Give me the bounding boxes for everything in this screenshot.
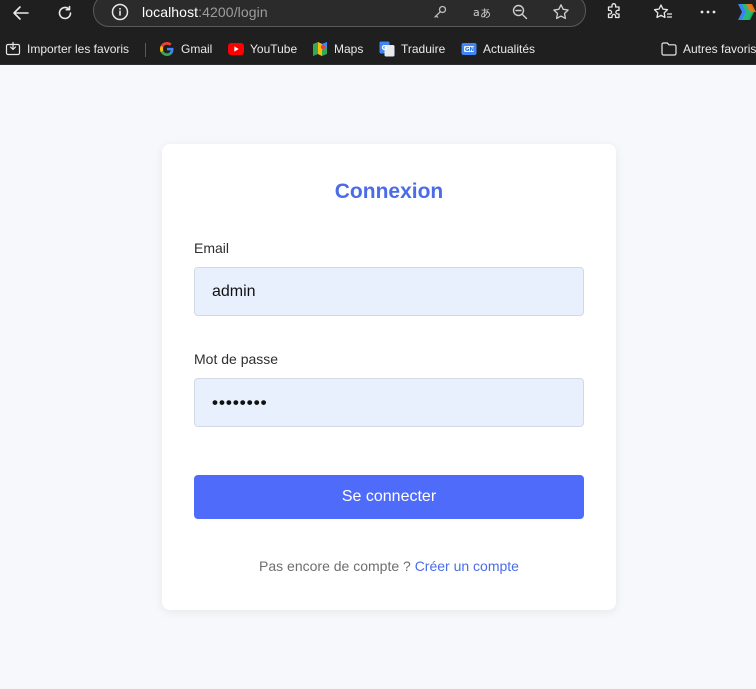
favorite-star-icon[interactable] (551, 3, 571, 21)
create-account-link[interactable]: Créer un compte (415, 558, 519, 574)
copilot-icon[interactable] (734, 0, 756, 24)
maps-icon (312, 41, 328, 57)
more-options-icon[interactable] (694, 0, 722, 24)
reload-button[interactable] (49, 0, 81, 26)
site-info-icon[interactable] (111, 3, 129, 21)
password-label: Mot de passe (194, 351, 279, 367)
page-content: Connexion Email admin Mot de passe •••••… (0, 66, 756, 689)
news-icon: GN (461, 41, 477, 57)
bookmark-news[interactable]: GN Actualités (461, 38, 535, 60)
google-icon (159, 41, 175, 57)
bookmark-import-favorites[interactable]: Importer les favoris (5, 38, 129, 60)
email-field[interactable]: admin (194, 267, 584, 316)
key-icon[interactable] (430, 3, 450, 21)
translate-page-icon[interactable]: aあ (472, 3, 492, 21)
favorites-icon[interactable] (649, 0, 677, 24)
import-icon (5, 41, 21, 57)
address-bar[interactable]: localhost:4200/login aあ (93, 0, 586, 27)
svg-text:あ: あ (480, 7, 491, 19)
bookmark-label: Actualités (483, 42, 536, 56)
login-button[interactable]: Se connecter (194, 475, 584, 519)
bookmark-other-favorites[interactable]: Autres favoris (661, 38, 756, 60)
page-title: Connexion (334, 180, 444, 203)
back-arrow-icon (13, 6, 29, 20)
youtube-icon (228, 41, 244, 57)
bookmark-label: Maps (334, 42, 364, 56)
bookmark-translate[interactable]: G Traduire (379, 38, 445, 60)
extensions-icon[interactable] (600, 0, 628, 24)
bookmarks-bar: Importer les favoris Gmail YouTube Maps … (0, 33, 756, 65)
zoom-icon[interactable] (510, 3, 530, 21)
url-text[interactable]: localhost:4200/login (142, 4, 268, 20)
bookmark-label: YouTube (250, 42, 298, 56)
url-host: localhost (142, 4, 199, 20)
svg-text:G: G (382, 44, 388, 52)
back-button[interactable] (5, 0, 37, 26)
bookmark-maps[interactable]: Maps (312, 38, 363, 60)
reload-icon (58, 5, 72, 20)
bookmark-youtube[interactable]: YouTube (228, 38, 297, 60)
password-field[interactable]: •••••••• (194, 378, 584, 427)
bookmark-separator (145, 43, 146, 57)
login-card: Connexion Email admin Mot de passe •••••… (162, 144, 616, 610)
signup-prompt-text: Pas encore de compte ? (259, 558, 411, 574)
folder-icon (661, 41, 677, 57)
bookmark-label: Autres favoris (683, 42, 756, 56)
url-path: :4200/login (198, 4, 268, 20)
bookmark-label: Traduire (401, 42, 446, 56)
browser-toolbar: localhost:4200/login aあ (0, 0, 756, 33)
translate-icon: G (379, 41, 395, 57)
signup-prompt: Pas encore de compte ? Créer un compte (162, 558, 616, 574)
email-label: Email (194, 240, 230, 256)
bookmark-label: Importer les favoris (27, 42, 130, 56)
bookmark-gmail[interactable]: Gmail (159, 38, 212, 60)
svg-text:a: a (473, 6, 480, 19)
bookmark-label: Gmail (181, 42, 213, 56)
svg-text:GN: GN (465, 47, 475, 53)
